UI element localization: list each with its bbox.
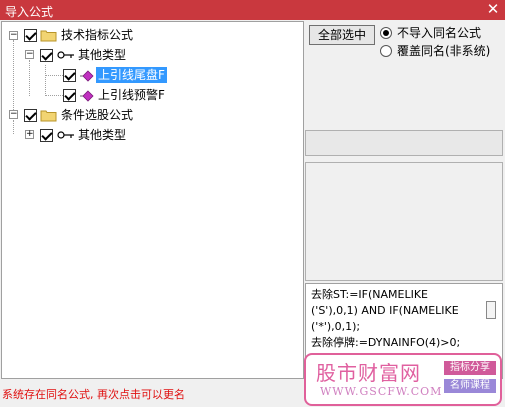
folder-icon xyxy=(40,110,57,122)
tree-item-upper-shadow-close[interactable]: 上引线尾盘F xyxy=(96,67,167,83)
window-title: 导入公式 xyxy=(5,5,54,19)
tree-checkbox[interactable] xyxy=(40,49,53,62)
code-line: 去除停牌:=DYNAINFO(4)>0; xyxy=(311,336,461,349)
folder-icon xyxy=(40,30,57,42)
collapse-toggle[interactable]: − xyxy=(9,31,18,40)
watermark-url: WWW.GSCFW.COM xyxy=(320,385,443,398)
expand-toggle[interactable]: + xyxy=(25,130,34,139)
watermark-tag-courses: 名师课程 xyxy=(444,379,496,393)
tree-label-other-type[interactable]: 其他类型 xyxy=(78,47,126,63)
tree-label-stock-selection[interactable]: 条件选股公式 xyxy=(61,107,133,123)
tree-connector xyxy=(45,75,63,76)
title-bar: 导入公式 ✕ xyxy=(0,0,505,20)
tree-checkbox[interactable] xyxy=(63,89,76,102)
radio-skip-duplicates[interactable] xyxy=(380,27,392,39)
close-icon[interactable]: ✕ xyxy=(485,1,501,17)
code-line: ('*'),0,1); xyxy=(311,320,361,333)
tree-connector xyxy=(45,95,63,96)
formula-tree[interactable]: − 技术指标公式 − 其他类型 上引线尾盘F 上引线预警F − 条件选股公式 +… xyxy=(1,21,304,379)
code-line: 去除ST:=IF(NAMELIKE xyxy=(311,288,429,301)
key-icon xyxy=(57,131,74,139)
tree-connector xyxy=(29,60,30,96)
tree-connector xyxy=(45,65,46,96)
radio-label-skip-duplicates[interactable]: 不导入同名公式 xyxy=(397,26,481,40)
watermark-logo: 股市财富网 WWW.GSCFW.COM 指标分享 名师课程 xyxy=(304,353,502,406)
tree-connector xyxy=(13,120,14,134)
radio-label-overwrite[interactable]: 覆盖同名(非系统) xyxy=(397,44,490,58)
tree-checkbox[interactable] xyxy=(24,29,37,42)
tree-checkbox[interactable] xyxy=(63,69,76,82)
radio-overwrite[interactable] xyxy=(380,45,392,57)
watermark-title: 股市财富网 xyxy=(316,361,421,385)
key-icon xyxy=(57,51,74,59)
formula-diamond-icon xyxy=(80,90,94,102)
scrollbar-thumb[interactable] xyxy=(486,301,496,319)
status-message: 系统存在同名公式, 再次点击可以更名 xyxy=(2,388,185,401)
tree-label-other-type[interactable]: 其他类型 xyxy=(78,127,126,143)
code-line: ('S'),0,1) AND IF(NAMELIKE xyxy=(311,304,459,317)
tree-checkbox[interactable] xyxy=(40,129,53,142)
collapse-toggle[interactable]: − xyxy=(9,110,18,119)
select-all-button[interactable]: 全部选中 xyxy=(309,25,375,45)
formula-diamond-icon xyxy=(80,70,94,82)
tree-connector xyxy=(13,40,14,118)
formula-description-box xyxy=(305,162,503,281)
watermark-tag-indicators: 指标分享 xyxy=(444,361,496,375)
tree-checkbox[interactable] xyxy=(24,109,37,122)
tree-item-upper-shadow-alert[interactable]: 上引线预警F xyxy=(98,87,165,103)
formula-info-box xyxy=(305,130,503,156)
tree-label-tech-formula[interactable]: 技术指标公式 xyxy=(61,27,133,43)
collapse-toggle[interactable]: − xyxy=(25,50,34,59)
